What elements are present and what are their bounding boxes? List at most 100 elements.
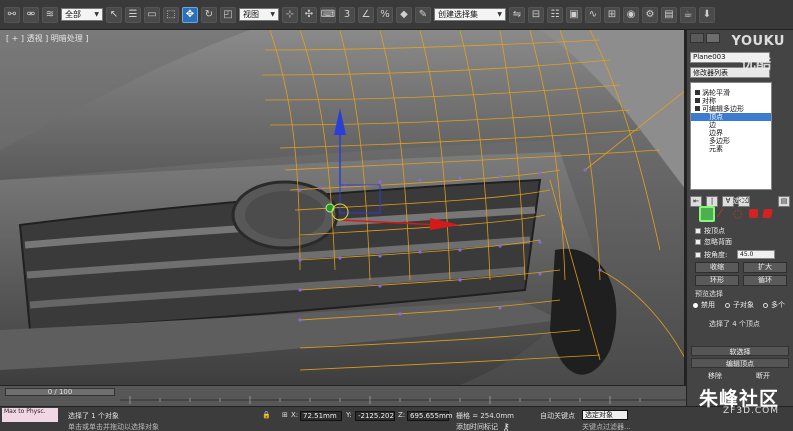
- soft-selection-rollout-header[interactable]: 软选择: [691, 346, 789, 356]
- pivot-icon[interactable]: ⊹: [282, 6, 298, 23]
- preview-subobject-radio[interactable]: 子对象: [725, 300, 754, 310]
- angle-snap-icon[interactable]: ∠: [358, 6, 374, 23]
- snap-toggle-icon[interactable]: 3: [339, 6, 355, 23]
- modify-tab-icon[interactable]: [706, 33, 720, 43]
- select-object-icon[interactable]: ↖: [106, 6, 122, 23]
- bulb-icon: [695, 98, 700, 103]
- stack-item-label: 边界: [709, 129, 723, 137]
- y-label: Y:: [346, 411, 352, 419]
- curve-editor-icon[interactable]: ∿: [585, 6, 601, 23]
- selection-rollout-header[interactable]: 选择: [691, 196, 789, 206]
- bind-spacewarp-icon[interactable]: ≋: [42, 6, 58, 23]
- radio-dot: [725, 302, 730, 308]
- y-coord-field[interactable]: -2125.202: [355, 411, 395, 421]
- key-mode-icon[interactable]: ⚷: [502, 421, 510, 431]
- rect-selection-icon[interactable]: ▭: [144, 6, 160, 23]
- viewport-label[interactable]: [ + ] 透视 ] 明暗处理 ]: [6, 33, 88, 44]
- layer-manager-icon[interactable]: ☷: [547, 6, 563, 23]
- stack-item[interactable]: 涡轮平滑: [691, 89, 771, 97]
- by-vertex-checkbox[interactable]: 按顶点: [695, 226, 725, 236]
- edit-named-sel-icon[interactable]: ✎: [415, 6, 431, 23]
- key-filters-button[interactable]: 关键点过滤器...: [582, 422, 631, 431]
- stack-item[interactable]: 对称: [691, 97, 771, 105]
- render-extra-icon[interactable]: ⬇: [699, 6, 715, 23]
- grow-button[interactable]: 扩大: [743, 262, 787, 273]
- schematic-view-icon[interactable]: ⊞: [604, 6, 620, 23]
- transform-mode-icon[interactable]: ⊞: [282, 411, 288, 419]
- status-message: 选择了 1 个对象: [68, 412, 119, 420]
- keyboard-shortcut-icon[interactable]: ⌨: [320, 6, 336, 23]
- checkbox-box: [695, 228, 701, 234]
- main-toolbar: ⚯ ⚮ ≋ 全部 ↖ ☰ ▭ ⬚ ✥ ↻ ◰ 视图 ⊹ ✣ ⌨ 3 ∠ % ◆ …: [0, 0, 793, 30]
- mirror-icon[interactable]: ⇋: [509, 6, 525, 23]
- auto-key-label[interactable]: 自动关键点: [540, 411, 575, 421]
- window-crossing-icon[interactable]: ⬚: [163, 6, 179, 23]
- preview-multi-radio[interactable]: 多个: [763, 300, 785, 310]
- checkbox-box: [695, 252, 701, 258]
- material-editor-icon[interactable]: ◉: [623, 6, 639, 23]
- named-selection-value: 创建选择集: [438, 10, 478, 19]
- scale-icon[interactable]: ◰: [220, 6, 236, 23]
- checkbox-label: 按顶点: [704, 227, 725, 235]
- by-angle-checkbox[interactable]: 按角度:: [695, 250, 727, 260]
- loop-button[interactable]: 循环: [743, 275, 787, 286]
- stack-item-label: 涡轮平滑: [702, 89, 730, 97]
- border-mode-icon[interactable]: ◌: [733, 208, 745, 220]
- render-production-icon[interactable]: ☕: [680, 6, 696, 23]
- ignore-backfacing-checkbox[interactable]: 忽略背面: [695, 237, 732, 247]
- stack-item-polygon[interactable]: 多边形: [691, 137, 771, 145]
- radio-label: 子对象: [733, 301, 754, 309]
- stack-item-element[interactable]: 元素: [691, 145, 771, 153]
- stack-item-border[interactable]: 边界: [691, 129, 771, 137]
- graphite-tools-icon[interactable]: ▣: [566, 6, 582, 23]
- rotate-icon[interactable]: ↻: [201, 6, 217, 23]
- align-icon[interactable]: ⊟: [528, 6, 544, 23]
- stack-item-label: 对称: [702, 97, 716, 105]
- status-bar: Max to Physc. 选择了 1 个对象 单击或单击并拖动以选择对象 🔒 …: [0, 406, 793, 431]
- ring-button[interactable]: 环形: [695, 275, 739, 286]
- modifier-stack[interactable]: 涡轮平滑 对称 可编辑多边形 顶点 边 边界 多边形 元素: [690, 82, 772, 190]
- remove-button[interactable]: 移除: [695, 372, 735, 383]
- add-time-tag[interactable]: 添加时间标记: [456, 422, 498, 431]
- maxscript-listener[interactable]: Max to Physc.: [2, 408, 58, 422]
- edit-vertices-rollout-header[interactable]: 编辑顶点: [691, 358, 789, 368]
- bulb-icon: [695, 106, 700, 111]
- selection-filter-select[interactable]: 全部: [61, 8, 103, 21]
- unlink-icon[interactable]: ⚮: [23, 6, 39, 23]
- angle-value-field[interactable]: 45.0: [737, 250, 775, 259]
- create-tab-icon[interactable]: [690, 33, 704, 43]
- named-selection-select[interactable]: 创建选择集: [434, 8, 506, 21]
- spinner-snap-icon[interactable]: ◆: [396, 6, 412, 23]
- select-link-icon[interactable]: ⚯: [4, 6, 20, 23]
- stack-item-vertex[interactable]: 顶点: [691, 113, 771, 121]
- select-manipulate-icon[interactable]: ✣: [301, 6, 317, 23]
- lock-icon[interactable]: 🔒: [262, 411, 271, 419]
- select-by-name-icon[interactable]: ☰: [125, 6, 141, 23]
- edge-mode-icon[interactable]: ⁄: [719, 208, 731, 220]
- vertex-mode-icon[interactable]: [699, 206, 715, 222]
- stack-item-label: 顶点: [709, 113, 723, 121]
- zhufeng-url: ZF3D.COM: [723, 406, 779, 416]
- shrink-button[interactable]: 收缩: [695, 262, 739, 273]
- polygon-mode-icon[interactable]: [749, 209, 758, 218]
- ref-coord-select[interactable]: 视图: [239, 8, 279, 21]
- perspective-viewport[interactable]: [ + ] 透视 ] 明暗处理 ]: [0, 30, 686, 385]
- percent-snap-icon[interactable]: %: [377, 6, 393, 23]
- x-coord-field[interactable]: 72.51mm: [300, 411, 342, 421]
- preview-selection-label: 预览选择: [695, 290, 723, 298]
- z-coord-field[interactable]: 695.655mm: [407, 411, 453, 421]
- render-frame-icon[interactable]: ▤: [661, 6, 677, 23]
- bulb-icon: [695, 90, 700, 95]
- element-mode-icon[interactable]: [762, 209, 773, 218]
- break-button[interactable]: 断开: [743, 372, 783, 383]
- stack-item-edge[interactable]: 边: [691, 121, 771, 129]
- set-key-select[interactable]: 选定对象: [582, 410, 628, 420]
- move-icon[interactable]: ✥: [182, 6, 198, 23]
- radio-label: 多个: [771, 301, 785, 309]
- preview-off-radio[interactable]: 禁用: [693, 300, 715, 310]
- youku-watermark: YOUKU: [731, 34, 785, 49]
- stack-item-label: 元素: [709, 145, 723, 153]
- stack-item[interactable]: 可编辑多边形: [691, 105, 771, 113]
- ref-coord-value: 视图: [243, 10, 259, 19]
- render-setup-icon[interactable]: ⚙: [642, 6, 658, 23]
